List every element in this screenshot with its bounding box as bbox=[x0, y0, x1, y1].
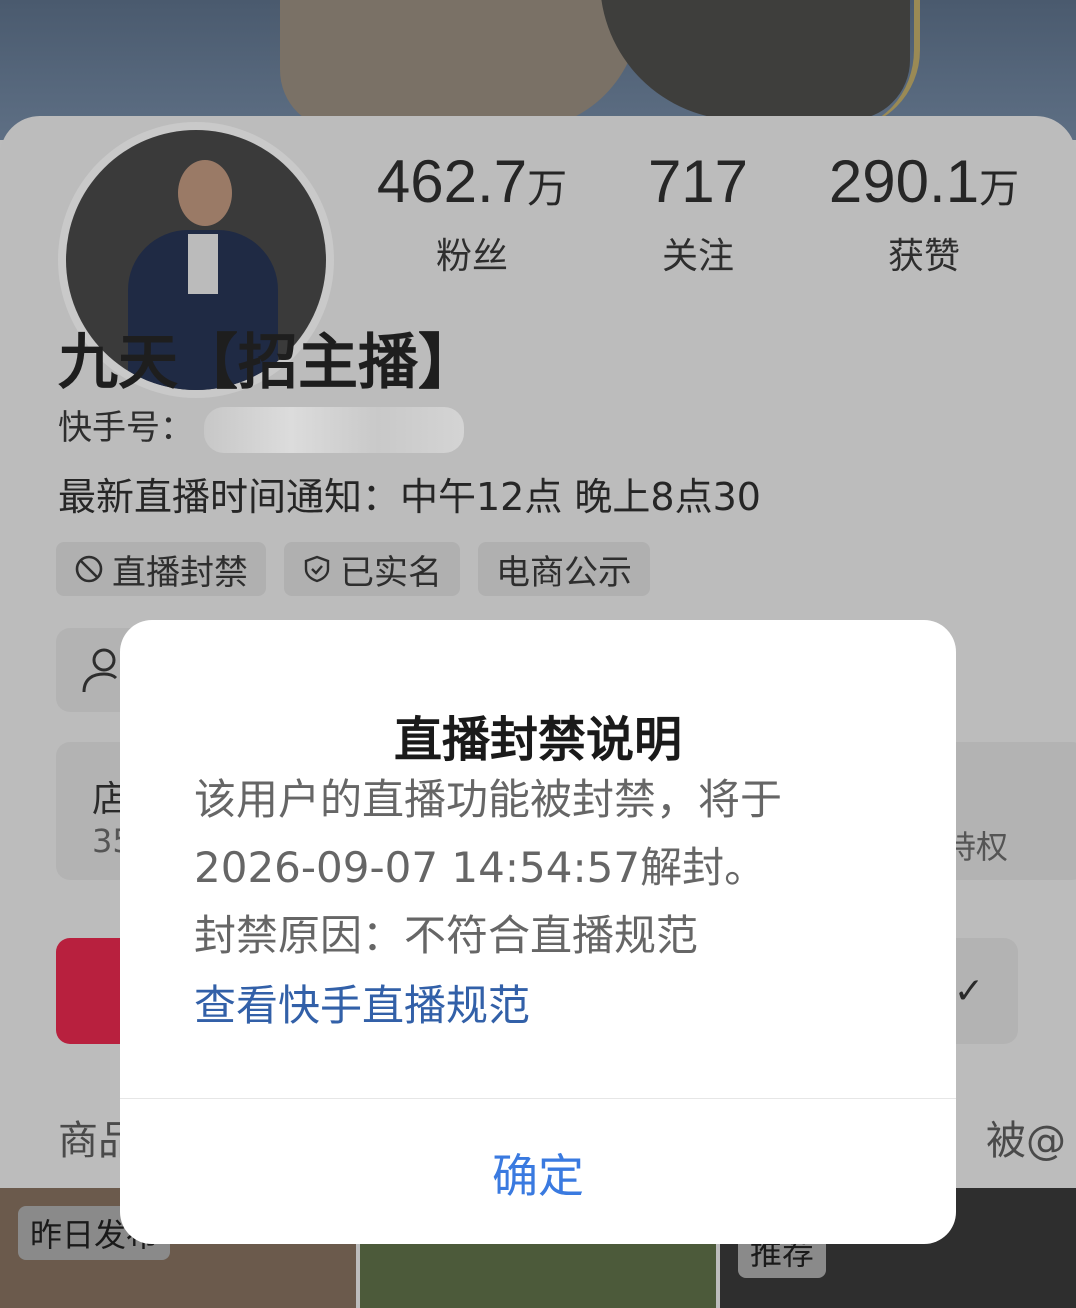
dialog-line: 封禁原因：不符合直播规范 bbox=[194, 911, 699, 960]
tag-label: 直播封禁 bbox=[112, 552, 248, 593]
redacted-id bbox=[204, 406, 464, 453]
dialog-line: 该用户的直播功能被封禁，将于 bbox=[194, 775, 783, 824]
stat-value: 462.7 bbox=[376, 148, 528, 215]
live-ban-dialog: 直播封禁说明 该用户的直播功能被封禁，将于 2026-09-07 14:54:5… bbox=[120, 620, 956, 1244]
username: 九天【招主播】 bbox=[58, 328, 478, 398]
tag-ecommerce[interactable]: 电商公示 bbox=[478, 542, 650, 596]
dialog-line: 2026-09-07 14:54:57解封。 bbox=[194, 843, 767, 892]
stat-fans[interactable]: 462.7万 粉丝 bbox=[352, 150, 592, 279]
shield-check-icon bbox=[304, 555, 330, 583]
stat-following[interactable]: 717 关注 bbox=[578, 150, 818, 279]
dialog-body: 该用户的直播功能被封禁，将于 2026-09-07 14:54:57解封。 封禁… bbox=[194, 766, 894, 970]
stat-likes[interactable]: 290.1万 获赞 bbox=[804, 150, 1044, 279]
live-rules-link[interactable]: 查看快手直播规范 bbox=[194, 972, 530, 1033]
stat-value: 290.1 bbox=[828, 148, 980, 215]
tag-label: 已实名 bbox=[340, 552, 442, 593]
divider bbox=[120, 1098, 956, 1099]
chevron-down-icon: ✓ bbox=[953, 970, 985, 1012]
dialog-title: 直播封禁说明 bbox=[393, 712, 682, 768]
tag-label: 电商公示 bbox=[496, 552, 632, 593]
confirm-button[interactable]: 确定 bbox=[120, 1140, 956, 1206]
profile-tags: 直播封禁 已实名 电商公示 bbox=[56, 542, 650, 596]
stat-label: 获赞 bbox=[887, 236, 960, 277]
stat-label: 粉丝 bbox=[435, 236, 508, 277]
tag-live-banned[interactable]: 直播封禁 bbox=[56, 542, 266, 596]
tab-mentioned[interactable]: 被@ bbox=[986, 1108, 1066, 1166]
kuaishou-id[interactable]: 快手号： bbox=[58, 400, 464, 453]
stat-value: 717 bbox=[647, 148, 749, 215]
tag-verified[interactable]: 已实名 bbox=[284, 542, 460, 596]
stat-label: 关注 bbox=[661, 236, 734, 277]
stat-unit: 万 bbox=[527, 167, 568, 211]
kuaishou-id-label: 快手号： bbox=[58, 408, 194, 448]
ban-icon bbox=[75, 555, 103, 583]
profile-notice: 最新直播时间通知：中午12点 晚上8点30 bbox=[58, 475, 761, 519]
stat-unit: 万 bbox=[979, 167, 1020, 211]
